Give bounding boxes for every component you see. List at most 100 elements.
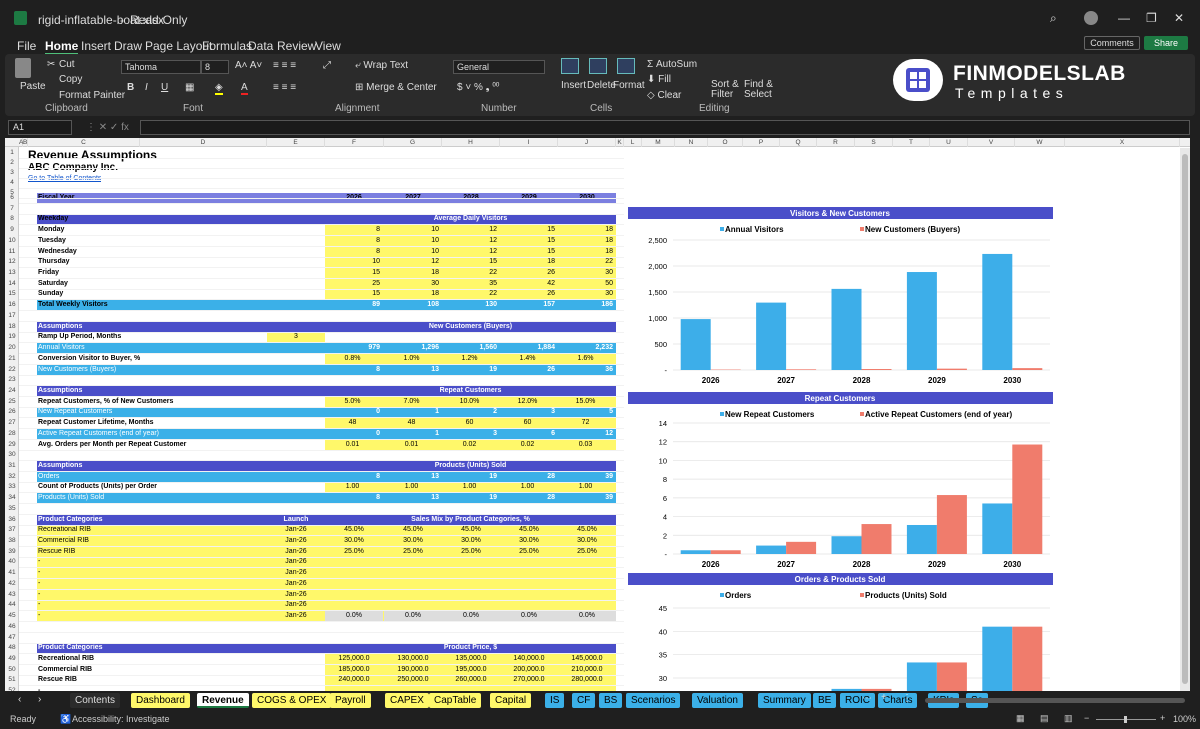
name-box[interactable]: A1 bbox=[8, 120, 72, 135]
search-icon[interactable]: ⌕ bbox=[1050, 11, 1057, 26]
column-header[interactable]: V bbox=[968, 138, 1015, 147]
cell-grid[interactable]: Revenue Assumptions ABC Company Inc. Go … bbox=[5, 138, 645, 691]
delete-cells-icon[interactable] bbox=[589, 58, 607, 74]
fill-button[interactable]: ⬇ Fill bbox=[647, 74, 671, 85]
page-break-icon[interactable]: ▥ bbox=[1064, 713, 1073, 724]
sheet-tab-be[interactable]: BE bbox=[813, 693, 837, 708]
column-header[interactable]: W bbox=[1015, 138, 1065, 147]
font-color-icon[interactable]: A bbox=[241, 82, 248, 95]
wrap-text-button[interactable]: ⤶ Wrap Text bbox=[355, 60, 408, 71]
sheet-tab-scenarios[interactable]: Scenarios bbox=[626, 693, 681, 708]
copy-button[interactable]: Copy bbox=[59, 74, 82, 85]
clear-button[interactable]: ◇ Clear bbox=[647, 90, 681, 101]
sheet-tab-bs[interactable]: BS bbox=[599, 693, 623, 708]
fill-color-icon[interactable]: ◈ bbox=[215, 82, 223, 95]
menu-home[interactable]: Home bbox=[45, 39, 79, 55]
share-button[interactable]: Share bbox=[1144, 36, 1188, 50]
format-painter-button[interactable]: Format Painter bbox=[59, 90, 125, 101]
column-header[interactable]: Q bbox=[780, 138, 817, 147]
sheet-tab-cogs-opex[interactable]: COGS & OPEX bbox=[252, 693, 332, 708]
sheet-tab-summary[interactable]: Summary bbox=[758, 693, 811, 708]
insert-button[interactable]: Insert bbox=[561, 80, 586, 91]
sheet-tab-capital[interactable]: Capital bbox=[490, 693, 532, 708]
menu-file[interactable]: File bbox=[17, 39, 36, 53]
charts-area[interactable]: Visitors & New Customers Annual Visitors N… bbox=[625, 198, 1055, 691]
column-header[interactable]: M bbox=[642, 138, 675, 147]
sheet-tab-contents[interactable]: Contents bbox=[70, 693, 121, 708]
read-only-label[interactable]: Read-Only bbox=[130, 13, 187, 27]
sheet-tab-capex[interactable]: CAPEX bbox=[385, 693, 429, 708]
increase-font-icon[interactable]: A˄ A˅ bbox=[235, 60, 262, 71]
sheet-tab-captable[interactable]: CapTable bbox=[429, 693, 482, 708]
currency-icon[interactable]: $ ˅ % ❟ ⁰⁰ bbox=[457, 82, 499, 93]
minimize-icon[interactable]: — bbox=[1118, 11, 1130, 25]
align-left-icon[interactable]: ≡ ≡ ≡ bbox=[273, 82, 296, 93]
toc-link[interactable]: Go to Table of Contents bbox=[28, 174, 101, 184]
cut-icon[interactable]: ✂ bbox=[47, 59, 55, 70]
column-header[interactable]: O bbox=[708, 138, 743, 147]
insert-cells-icon[interactable] bbox=[561, 58, 579, 74]
zoom-out-icon[interactable]: − bbox=[1084, 713, 1089, 723]
prev-sheet-icon[interactable]: ‹ bbox=[18, 694, 21, 705]
add-sheet-icon[interactable]: + bbox=[881, 692, 887, 703]
accessibility-icon[interactable]: ♿ bbox=[60, 714, 71, 725]
paste-button[interactable]: Paste bbox=[20, 81, 46, 92]
menu-view[interactable]: View bbox=[315, 39, 341, 53]
column-header[interactable]: N bbox=[675, 138, 708, 147]
zoom-slider[interactable] bbox=[1096, 716, 1156, 723]
number-format-select[interactable]: General bbox=[453, 60, 545, 74]
column-header[interactable]: T bbox=[893, 138, 930, 147]
font-name-select[interactable]: Tahoma bbox=[121, 60, 201, 74]
sort-filter-button[interactable]: Sort & Filter bbox=[711, 80, 741, 100]
format-cells-icon[interactable] bbox=[617, 58, 635, 74]
sheet-tab-revenue[interactable]: Revenue bbox=[197, 693, 249, 708]
menu-draw[interactable]: Draw bbox=[114, 39, 142, 53]
next-sheet-icon[interactable]: › bbox=[38, 694, 41, 705]
zoom-level[interactable]: 100% bbox=[1173, 714, 1196, 724]
menu-insert[interactable]: Insert bbox=[81, 39, 111, 53]
zoom-in-icon[interactable]: + bbox=[1160, 713, 1165, 723]
vertical-scrollbar[interactable] bbox=[1180, 148, 1190, 691]
menu-data[interactable]: Data bbox=[248, 39, 273, 53]
align-top-icon[interactable]: ≡ ≡ ≡ bbox=[273, 60, 296, 71]
underline-button[interactable]: U bbox=[161, 82, 168, 93]
fx-icon[interactable]: ⋮ ✕ ✓ fx bbox=[86, 122, 129, 133]
borders-icon[interactable]: ▦ bbox=[185, 82, 194, 93]
autosum-button[interactable]: Σ AutoSum bbox=[647, 59, 697, 70]
menu-review[interactable]: Review bbox=[277, 39, 316, 53]
paste-icon[interactable] bbox=[15, 58, 31, 78]
column-header[interactable]: R bbox=[817, 138, 855, 147]
column-header[interactable]: P bbox=[743, 138, 780, 147]
column-header[interactable]: S bbox=[855, 138, 893, 147]
avatar[interactable] bbox=[1084, 11, 1098, 25]
orientation-icon[interactable]: ⤢ bbox=[323, 60, 331, 71]
scroll-thumb[interactable] bbox=[1182, 154, 1188, 684]
merge-center-button[interactable]: ⊞ Merge & Center bbox=[355, 82, 437, 93]
delete-button[interactable]: Delete bbox=[587, 80, 616, 91]
cut-button[interactable]: Cut bbox=[59, 59, 75, 70]
close-icon[interactable]: ✕ bbox=[1174, 11, 1184, 25]
comments-button[interactable]: Comments bbox=[1084, 36, 1140, 50]
column-header[interactable]: U bbox=[930, 138, 968, 147]
page-layout-icon[interactable]: ▤ bbox=[1040, 713, 1049, 724]
italic-button[interactable]: I bbox=[145, 82, 148, 93]
sheet-tab-is[interactable]: IS bbox=[545, 693, 565, 708]
horizontal-scrollbar[interactable] bbox=[925, 698, 1185, 703]
normal-view-icon[interactable]: ▦ bbox=[1016, 713, 1025, 724]
format-button[interactable]: Format bbox=[613, 80, 645, 91]
accessibility-status[interactable]: Accessibility: Investigate bbox=[72, 714, 170, 724]
sheet-tab-payroll[interactable]: Payroll bbox=[330, 693, 371, 708]
find-select-button[interactable]: Find & Select bbox=[744, 80, 774, 100]
restore-icon[interactable]: ❐ bbox=[1146, 11, 1157, 25]
font-size-select[interactable]: 8 bbox=[201, 60, 229, 74]
bold-button[interactable]: B bbox=[127, 82, 134, 93]
options-icon[interactable]: ⋮ bbox=[902, 693, 912, 704]
more-sheets-icon[interactable]: ⋯ bbox=[862, 693, 872, 704]
menu-formulas[interactable]: Formulas bbox=[202, 39, 252, 53]
formula-input[interactable] bbox=[140, 120, 1190, 135]
sheet-tab-valuation[interactable]: Valuation bbox=[692, 693, 743, 708]
worksheet[interactable]: ABCDEFGHIJKLMNOPQRSTUVWX 1 2 3 4 5 6 7 8 9 10 11 12… bbox=[5, 138, 1190, 691]
sheet-tab-dashboard[interactable]: Dashboard bbox=[131, 693, 190, 708]
column-header[interactable]: X bbox=[1065, 138, 1180, 147]
sheet-tab-cf[interactable]: CF bbox=[572, 693, 596, 708]
